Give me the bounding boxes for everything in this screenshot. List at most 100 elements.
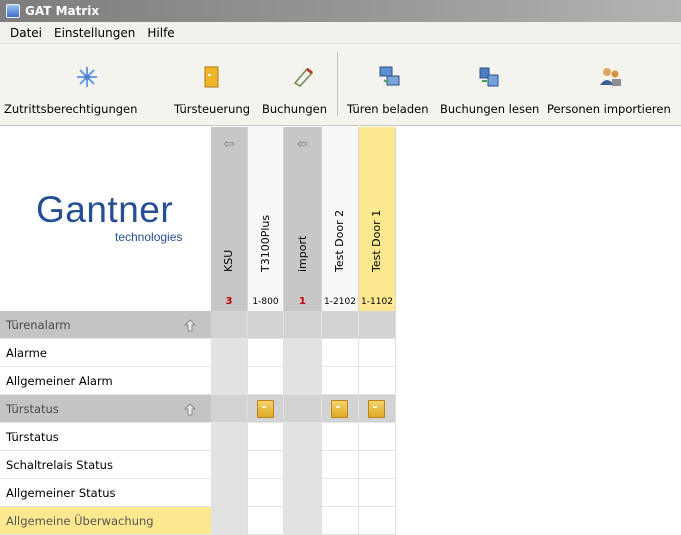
column-name: T3100Plus [258,214,272,272]
matrix-cell[interactable] [211,311,248,339]
list-item[interactable]: Allgemeiner Status [0,479,211,507]
list-item[interactable]: Türstatus [0,423,211,451]
column-name: KSU [222,249,235,272]
read-bookings-label: Buchungen lesen [440,102,540,116]
matrix-cell[interactable] [359,507,396,535]
row-label: Türenalarm [6,317,71,332]
import-persons-label: Personen importieren [547,102,671,116]
matrix-cell[interactable] [248,339,284,367]
column-header-import[interactable]: ⇦ import 1 [284,127,322,311]
matrix-cell[interactable] [322,479,359,507]
list-item[interactable]: Schaltrelais Status [0,451,211,479]
matrix-cell[interactable] [322,339,359,367]
matrix-cell[interactable] [359,311,396,339]
matrix-cell[interactable] [284,395,322,423]
matrix-cell[interactable] [211,423,248,451]
column-header-test-door-2[interactable]: Test Door 2 1-2102 [322,127,359,311]
column-name: Test Door 2 [333,209,346,272]
collapse-up-icon[interactable] [183,318,197,332]
matrix-cell[interactable] [359,451,396,479]
menu-einstellungen[interactable]: Einstellungen [48,26,141,40]
group-row[interactable]: Türstatus [0,395,211,423]
column-header-ksu[interactable]: ⇦ KSU 3 [211,127,248,311]
row-label: Alarme [6,345,47,360]
import-persons-button[interactable]: Personen importieren [544,44,678,126]
access-rights-icon [74,64,100,90]
door-control-label: Türsteuerung [174,102,251,116]
matrix-cell[interactable] [211,339,248,367]
matrix-cell[interactable] [211,395,248,423]
menu-hilfe[interactable]: Hilfe [141,26,180,40]
matrix-cell[interactable] [284,479,322,507]
matrix-cell[interactable] [248,507,284,535]
matrix-cell[interactable] [248,395,284,423]
bookings-button[interactable]: Buchungen [262,44,332,126]
collapse-up-icon[interactable] [183,402,197,416]
column-header-t3100plus[interactable]: T3100Plus 1-800 [248,127,284,311]
matrix-cell[interactable] [248,367,284,395]
row-label: Türstatus [6,429,59,444]
title-bar: GAT Matrix [0,0,681,22]
list-item[interactable]: Alarme [0,339,211,367]
list-item[interactable]: Allgemeine Überwachung [0,507,211,535]
matrix-cell[interactable] [248,451,284,479]
matrix-cell[interactable] [359,367,396,395]
matrix-cell[interactable] [211,479,248,507]
matrix-cell[interactable] [284,451,322,479]
menu-datei[interactable]: Datei [4,26,48,40]
door-icon[interactable] [368,400,385,418]
matrix-cell[interactable] [211,367,248,395]
matrix-cell[interactable] [248,479,284,507]
door-icon[interactable] [331,400,348,418]
matrix-cell[interactable] [359,339,396,367]
column-id: 1 [299,296,306,307]
matrix-cell[interactable] [322,395,359,423]
access-rights-button[interactable]: Zutrittsberechtigungen [2,44,172,126]
matrix-cell[interactable] [322,507,359,535]
matrix-cell[interactable] [284,367,322,395]
door-control-icon [199,64,225,90]
menu-bar: Datei Einstellungen Hilfe [0,22,681,44]
logo-text: Gantner [36,189,174,230]
row-label: Allgemeiner Status [6,485,116,500]
matrix-cell[interactable] [284,311,322,339]
column-header-test-door-1[interactable]: Test Door 1 1-1102 [359,127,396,311]
matrix-cell[interactable] [284,507,322,535]
matrix-cell[interactable] [284,423,322,451]
matrix-cell[interactable] [359,395,396,423]
row-label: Allgemeiner Alarm [6,373,113,388]
matrix-cell[interactable] [322,451,359,479]
logo-subtext: technologies [115,230,183,244]
read-bookings-button[interactable]: Buchungen lesen [438,44,540,126]
row-label: Allgemeine Überwachung [6,513,154,528]
access-rights-label: Zutrittsberechtigungen [4,102,138,116]
matrix-cell[interactable] [322,311,359,339]
matrix-cell[interactable] [359,423,396,451]
read-bookings-icon [476,64,502,90]
column-id: 3 [225,296,233,307]
matrix-cell[interactable] [211,507,248,535]
load-doors-button[interactable]: Türen beladen [344,44,436,126]
app-icon [6,4,20,18]
collapse-arrow-icon[interactable]: ⇦ [284,137,321,152]
matrix-cell[interactable] [211,451,248,479]
matrix-cell[interactable] [248,423,284,451]
matrix-cell[interactable] [359,479,396,507]
door-control-button[interactable]: Türsteuerung [174,44,258,126]
load-doors-label: Türen beladen [347,102,429,116]
collapse-arrow-icon[interactable]: ⇦ [211,137,247,152]
window-title: GAT Matrix [25,4,100,18]
column-name: import [295,235,309,272]
matrix-cell[interactable] [284,339,322,367]
import-persons-icon [598,64,624,90]
group-row[interactable]: Türenalarm [0,311,211,339]
load-doors-icon [377,64,403,90]
column-name: Test Door 1 [370,209,383,272]
list-item[interactable]: Allgemeiner Alarm [0,367,211,395]
toolbar-separator [337,52,338,116]
matrix-cell[interactable] [322,423,359,451]
matrix-cell[interactable] [322,367,359,395]
matrix-cell[interactable] [248,311,284,339]
door-icon[interactable] [257,400,274,418]
column-id: 1-1102 [361,297,393,307]
